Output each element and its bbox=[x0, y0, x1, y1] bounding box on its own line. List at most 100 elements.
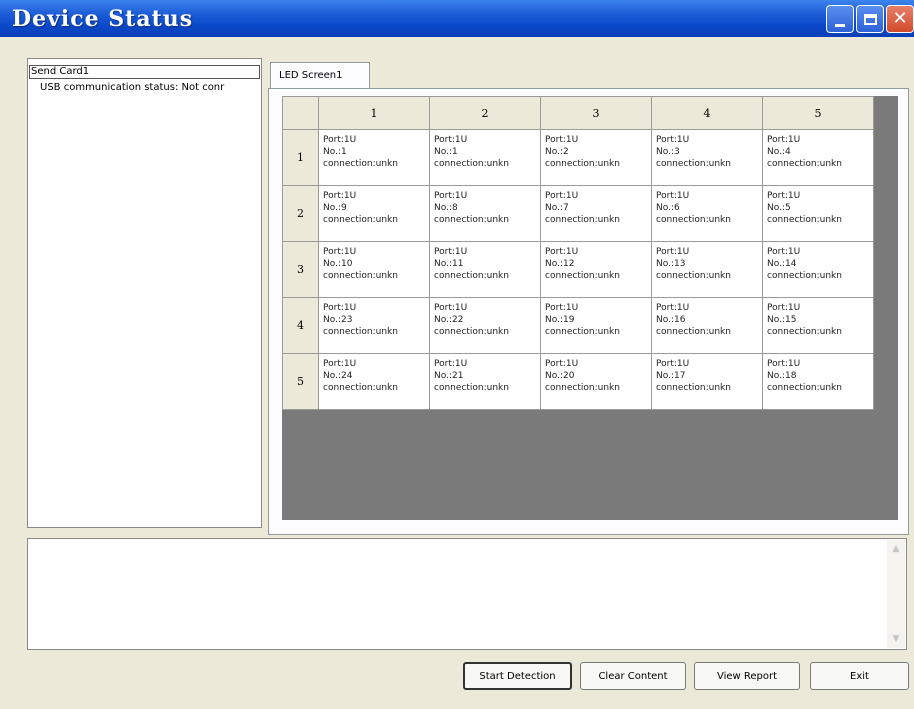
scroll-up-icon[interactable]: ▲ bbox=[887, 540, 905, 558]
grid-cell[interactable]: Port:1U No.:18 connection:unkn bbox=[762, 353, 874, 410]
grid-row: 5 Port:1U No.:24 connection:unkn Port:1U No.:… bbox=[282, 353, 874, 410]
cell-no-text: No.:7 bbox=[545, 203, 569, 213]
cell-conn-text: connection:unkn bbox=[434, 271, 509, 281]
cell-content: Port:1U No.:24 connection:unkn bbox=[320, 355, 429, 409]
cell-no-text: No.:10 bbox=[323, 259, 353, 269]
grid-cell[interactable]: Port:1U No.:16 connection:unkn bbox=[651, 297, 763, 354]
clear-content-button[interactable]: Clear Content bbox=[580, 662, 686, 690]
cell-no-text: No.:20 bbox=[545, 371, 575, 381]
tree-item-usb-status[interactable]: USB communication status: Not conr bbox=[40, 81, 224, 94]
grid-row: 4 Port:1U No.:23 connection:unkn Port:1U No.:… bbox=[282, 297, 874, 354]
grid-cell[interactable]: Port:1U No.:21 connection:unkn bbox=[429, 353, 541, 410]
grid-cell[interactable]: Port:1U No.:12 connection:unkn bbox=[540, 241, 652, 298]
grid-column-header[interactable]: 5 bbox=[762, 96, 874, 130]
cell-port-text: Port:1U bbox=[545, 359, 579, 369]
grid-cell[interactable]: Port:1U No.:19 connection:unkn bbox=[540, 297, 652, 354]
cell-port-text: Port:1U bbox=[434, 247, 468, 257]
cell-content: Port:1U No.:5 connection:unkn bbox=[764, 187, 873, 241]
cell-port-text: Port:1U bbox=[434, 135, 468, 145]
grid-row-header[interactable]: 3 bbox=[282, 241, 319, 298]
grid-cell[interactable]: Port:1U No.:13 connection:unkn bbox=[651, 241, 763, 298]
grid-cell[interactable]: Port:1U No.:4 connection:unkn bbox=[762, 129, 874, 186]
cell-no-text: No.:12 bbox=[545, 259, 575, 269]
cell-no-text: No.:14 bbox=[767, 259, 797, 269]
cell-conn-text: connection:unkn bbox=[656, 271, 731, 281]
close-icon: ✕ bbox=[892, 8, 908, 29]
cell-port-text: Port:1U bbox=[434, 191, 468, 201]
cell-port-text: Port:1U bbox=[323, 303, 357, 313]
cell-no-text: No.:11 bbox=[434, 259, 464, 269]
grid-cell[interactable]: Port:1U No.:5 connection:unkn bbox=[762, 185, 874, 242]
grid-row: 1 Port:1U No.:1 connection:unkn Port:1U No.:1… bbox=[282, 129, 874, 186]
cell-no-text: No.:16 bbox=[656, 315, 686, 325]
grid-cell[interactable]: Port:1U No.:17 connection:unkn bbox=[651, 353, 763, 410]
grid-cell[interactable]: Port:1U No.:1 connection:unkn bbox=[429, 129, 541, 186]
cell-port-text: Port:1U bbox=[767, 247, 801, 257]
grid-cell[interactable]: Port:1U No.:24 connection:unkn bbox=[318, 353, 430, 410]
exit-button[interactable]: Exit bbox=[810, 662, 909, 690]
title-bar[interactable]: Device Status ✕ bbox=[0, 0, 914, 37]
grid-cell[interactable]: Port:1U No.:14 connection:unkn bbox=[762, 241, 874, 298]
minimize-button[interactable] bbox=[826, 5, 854, 33]
cell-conn-text: connection:unkn bbox=[434, 159, 509, 169]
cell-content: Port:1U No.:18 connection:unkn bbox=[764, 355, 873, 409]
cell-conn-text: connection:unkn bbox=[767, 215, 842, 225]
grid-cell[interactable]: Port:1U No.:23 connection:unkn bbox=[318, 297, 430, 354]
grid-row-header[interactable]: 1 bbox=[282, 129, 319, 186]
tree-item-send-card[interactable]: Send Card1 bbox=[29, 65, 260, 79]
grid-column-header[interactable]: 2 bbox=[429, 96, 541, 130]
cell-port-text: Port:1U bbox=[545, 247, 579, 257]
log-textarea[interactable]: ▲ ▼ bbox=[27, 538, 907, 650]
grid-column-header[interactable]: 1 bbox=[318, 96, 430, 130]
cell-conn-text: connection:unkn bbox=[656, 383, 731, 393]
grid-cell[interactable]: Port:1U No.:9 connection:unkn bbox=[318, 185, 430, 242]
maximize-icon bbox=[863, 13, 877, 25]
grid-row-header[interactable]: 5 bbox=[282, 353, 319, 410]
view-report-button[interactable]: View Report bbox=[694, 662, 800, 690]
cell-conn-text: connection:unkn bbox=[545, 271, 620, 281]
grid-column-header[interactable]: 3 bbox=[540, 96, 652, 130]
cell-conn-text: connection:unkn bbox=[767, 271, 842, 281]
grid-cell[interactable]: Port:1U No.:1 connection:unkn bbox=[318, 129, 430, 186]
cell-conn-text: connection:unkn bbox=[545, 383, 620, 393]
cell-conn-text: connection:unkn bbox=[767, 383, 842, 393]
grid-cell[interactable]: Port:1U No.:3 connection:unkn bbox=[651, 129, 763, 186]
grid-column-header[interactable]: 4 bbox=[651, 96, 763, 130]
maximize-button[interactable] bbox=[856, 5, 884, 33]
cell-content: Port:1U No.:8 connection:unkn bbox=[431, 187, 540, 241]
grid-cell[interactable]: Port:1U No.:8 connection:unkn bbox=[429, 185, 541, 242]
cell-content: Port:1U No.:23 connection:unkn bbox=[320, 299, 429, 353]
cell-content: Port:1U No.:9 connection:unkn bbox=[320, 187, 429, 241]
grid-cell[interactable]: Port:1U No.:15 connection:unkn bbox=[762, 297, 874, 354]
cell-no-text: No.:2 bbox=[545, 147, 569, 157]
start-detection-button[interactable]: Start Detection bbox=[463, 662, 572, 690]
scroll-down-icon[interactable]: ▼ bbox=[887, 630, 905, 648]
grid-row-header[interactable]: 2 bbox=[282, 185, 319, 242]
cell-port-text: Port:1U bbox=[656, 303, 690, 313]
grid-cell[interactable]: Port:1U No.:22 connection:unkn bbox=[429, 297, 541, 354]
tab-led-screen[interactable]: LED Screen1 bbox=[270, 62, 370, 88]
cell-content: Port:1U No.:17 connection:unkn bbox=[653, 355, 762, 409]
cell-conn-text: connection:unkn bbox=[434, 215, 509, 225]
cell-conn-text: connection:unkn bbox=[434, 327, 509, 337]
close-button[interactable]: ✕ bbox=[886, 5, 914, 33]
cell-content: Port:1U No.:14 connection:unkn bbox=[764, 243, 873, 297]
cell-no-text: No.:9 bbox=[323, 203, 347, 213]
cell-conn-text: connection:unkn bbox=[545, 327, 620, 337]
cell-content: Port:1U No.:21 connection:unkn bbox=[431, 355, 540, 409]
cell-port-text: Port:1U bbox=[545, 135, 579, 145]
grid-cell[interactable]: Port:1U No.:2 connection:unkn bbox=[540, 129, 652, 186]
device-tree[interactable]: Send Card1 USB communication status: Not… bbox=[27, 58, 262, 528]
cell-content: Port:1U No.:1 connection:unkn bbox=[320, 131, 429, 185]
grid-cell[interactable]: Port:1U No.:7 connection:unkn bbox=[540, 185, 652, 242]
grid-cell[interactable]: Port:1U No.:20 connection:unkn bbox=[540, 353, 652, 410]
cell-port-text: Port:1U bbox=[767, 191, 801, 201]
grid-cell[interactable]: Port:1U No.:6 connection:unkn bbox=[651, 185, 763, 242]
cell-port-text: Port:1U bbox=[323, 359, 357, 369]
grid-row-header[interactable]: 4 bbox=[282, 297, 319, 354]
cell-conn-text: connection:unkn bbox=[323, 327, 398, 337]
cell-port-text: Port:1U bbox=[545, 303, 579, 313]
grid-cell[interactable]: Port:1U No.:11 connection:unkn bbox=[429, 241, 541, 298]
vertical-scrollbar[interactable]: ▲ ▼ bbox=[887, 540, 905, 648]
grid-cell[interactable]: Port:1U No.:10 connection:unkn bbox=[318, 241, 430, 298]
